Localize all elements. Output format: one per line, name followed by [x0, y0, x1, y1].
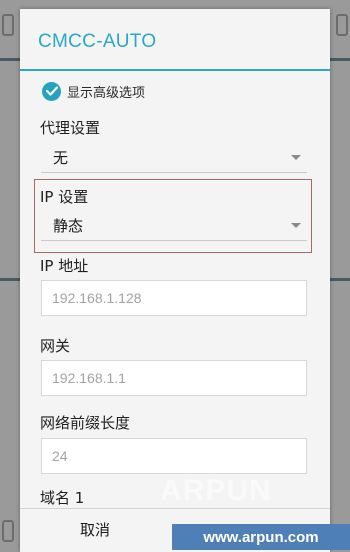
title-divider: [20, 69, 330, 71]
prefix-length-placeholder: 24: [52, 448, 68, 464]
advanced-options-checkbox[interactable]: 显示高级选项: [42, 81, 145, 101]
ip-settings-value: 静态: [53, 217, 84, 235]
ip-address-input[interactable]: 192.168.1.128: [41, 280, 307, 316]
wifi-config-dialog: CMCC-AUTO 显示高级选项 代理设置 无 IP 设置 静态 IP 地址 1…: [20, 9, 330, 552]
background-element: [336, 14, 348, 36]
cancel-button[interactable]: 取消: [20, 509, 175, 552]
ip-address-placeholder: 192.168.1.128: [52, 290, 142, 306]
background-element: [2, 520, 14, 542]
prefix-length-input[interactable]: 24: [41, 438, 307, 474]
proxy-settings-dropdown[interactable]: 无: [41, 139, 307, 173]
watermark-url: www.arpun.com: [172, 524, 350, 550]
gateway-label: 网关: [40, 337, 71, 355]
ip-address-label: IP 地址: [40, 257, 89, 275]
gateway-input[interactable]: 192.168.1.1: [41, 360, 307, 396]
proxy-settings-value: 无: [53, 149, 69, 167]
dropdown-caret-icon: [291, 155, 301, 160]
proxy-settings-label: 代理设置: [40, 119, 101, 137]
ip-settings-dropdown[interactable]: 静态: [41, 207, 307, 241]
watermark-logo: ARPUN: [160, 474, 272, 507]
checkmark-icon: [42, 81, 61, 101]
background-element: [2, 14, 14, 36]
dropdown-caret-icon: [291, 223, 301, 228]
dns1-label: 域名 1: [40, 489, 85, 507]
prefix-length-label: 网络前缀长度: [40, 414, 131, 432]
advanced-options-label: 显示高级选项: [67, 85, 146, 101]
dialog-title: CMCC-AUTO: [38, 31, 157, 52]
gateway-placeholder: 192.168.1.1: [52, 370, 126, 386]
cancel-label: 取消: [80, 521, 111, 539]
ip-settings-label: IP 设置: [40, 188, 89, 206]
